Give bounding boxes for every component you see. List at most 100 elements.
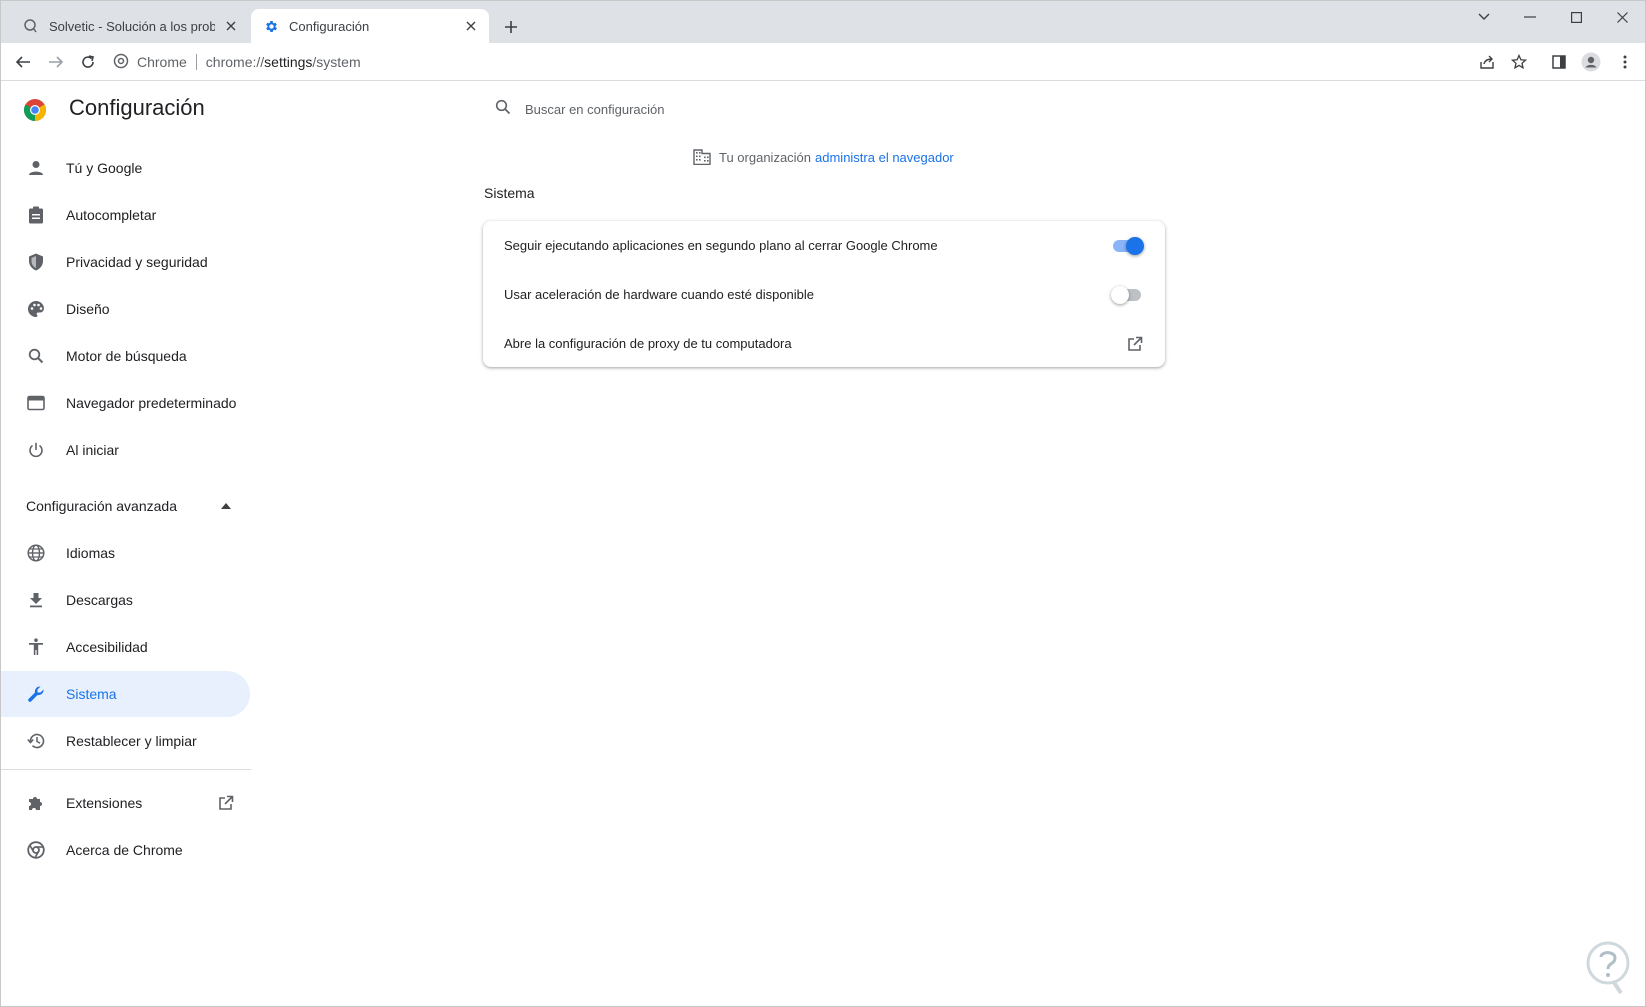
wrench-icon <box>26 684 46 704</box>
sidebar-item-label: Extensiones <box>66 795 143 811</box>
proxy-settings-row[interactable]: Abre la configuración de proxy de tu com… <box>483 319 1165 368</box>
tab-search-chevron-icon[interactable] <box>1461 5 1507 29</box>
open-in-new-icon <box>216 793 236 813</box>
share-icon[interactable] <box>1475 50 1499 74</box>
sidebar-item-search-engine[interactable]: Motor de búsqueda <box>1 333 250 379</box>
sidebar-item-label: Acerca de Chrome <box>66 842 183 858</box>
sidebar-item-system[interactable]: Sistema <box>1 671 250 717</box>
profile-avatar-icon[interactable] <box>1579 50 1603 74</box>
tab-solvetic[interactable]: Solvetic - Solución a los problem <box>9 9 249 43</box>
sidebar-item-extensions[interactable]: Extensiones <box>1 780 250 826</box>
open-in-new-icon[interactable] <box>1125 334 1145 354</box>
solvetic-favicon-icon <box>23 18 39 34</box>
shield-icon <box>26 252 46 272</box>
sidebar-item-reset[interactable]: Restablecer y limpiar <box>1 718 250 764</box>
restore-icon <box>26 731 46 751</box>
chrome-icon <box>26 840 46 860</box>
url-scheme: chrome:// <box>205 54 265 70</box>
close-window-button[interactable] <box>1599 5 1645 29</box>
minimize-button[interactable] <box>1507 5 1553 29</box>
close-tab-icon[interactable] <box>221 16 241 36</box>
clipboard-icon <box>26 205 46 225</box>
tab-configuracion[interactable]: Configuración <box>251 9 489 43</box>
sidebar-item-label: Al iniciar <box>66 442 119 458</box>
omnibox-divider <box>195 54 197 70</box>
solvetic-watermark-logo <box>1583 939 1633 995</box>
maximize-button[interactable] <box>1553 5 1599 29</box>
sidebar-item-you-and-google[interactable]: Tú y Google <box>1 145 250 191</box>
sidebar-item-label: Sistema <box>66 686 117 702</box>
close-tab-icon[interactable] <box>461 16 481 36</box>
tab-title: Solvetic - Solución a los problem <box>49 18 215 34</box>
sidebar-item-label: Privacidad y seguridad <box>66 254 208 270</box>
sidebar-item-appearance[interactable]: Diseño <box>1 286 250 332</box>
sidebar-item-label: Accesibilidad <box>66 639 148 655</box>
menu-kebab-icon[interactable] <box>1613 50 1637 74</box>
accessibility-icon <box>26 637 46 657</box>
sidebar-item-languages[interactable]: Idiomas <box>1 530 250 576</box>
managed-text: Tu organización <box>719 149 812 165</box>
omnibox-chip-label: Chrome <box>137 54 187 70</box>
new-tab-button[interactable] <box>499 15 523 39</box>
section-title: Sistema <box>484 185 535 201</box>
setting-label: Seguir ejecutando aplicaciones en segund… <box>504 238 938 253</box>
person-icon <box>26 158 46 178</box>
download-icon <box>26 590 46 610</box>
side-panel-icon[interactable] <box>1547 50 1571 74</box>
sidebar-item-label: Descargas <box>66 592 133 608</box>
toggle-knob <box>1126 236 1144 255</box>
tab-strip: Solvetic - Solución a los problem Config… <box>1 1 1645 43</box>
setting-label: Usar aceleración de hardware cuando esté… <box>504 287 815 302</box>
chrome-chip-icon <box>113 53 129 72</box>
search-input[interactable] <box>525 101 1125 117</box>
building-icon <box>693 149 711 165</box>
page-title: Configuración <box>69 95 205 120</box>
search-icon <box>26 346 46 366</box>
hardware-acceleration-row[interactable]: Usar aceleración de hardware cuando esté… <box>483 270 1165 319</box>
power-icon <box>26 440 46 460</box>
sidebar-item-accessibility[interactable]: Accesibilidad <box>1 624 250 670</box>
sidebar-item-label: Tú y Google <box>66 160 143 176</box>
sidebar-item-downloads[interactable]: Descargas <box>1 577 250 623</box>
system-settings-card: Seguir ejecutando aplicaciones en segund… <box>483 221 1165 367</box>
sidebar-divider <box>1 769 251 770</box>
back-button[interactable] <box>11 50 35 74</box>
advanced-settings-label: Configuración avanzada <box>26 498 177 514</box>
globe-icon <box>26 543 46 563</box>
browser-toolbar: Chrome chrome:// settings /system <box>1 43 1645 81</box>
chrome-logo-icon <box>23 98 47 122</box>
url-path: /system <box>312 54 361 70</box>
gear-icon <box>263 18 279 34</box>
reload-button[interactable] <box>76 50 100 74</box>
sidebar-item-label: Motor de búsqueda <box>66 348 187 364</box>
sidebar-item-label: Idiomas <box>66 545 116 561</box>
omnibox[interactable]: Chrome chrome:// settings /system <box>113 48 361 76</box>
bookmark-star-icon[interactable] <box>1507 50 1531 74</box>
sidebar-item-on-startup[interactable]: Al iniciar <box>1 427 250 473</box>
palette-icon <box>26 299 46 319</box>
hardware-acceleration-toggle[interactable] <box>1111 285 1145 305</box>
search-icon <box>495 99 511 120</box>
browser-icon <box>26 393 46 413</box>
toggle-knob <box>1111 285 1129 304</box>
background-apps-row[interactable]: Seguir ejecutando aplicaciones en segund… <box>483 221 1165 270</box>
managed-notice: Tu organización administra el navegador <box>693 149 954 165</box>
sidebar-item-label: Navegador predeterminado <box>66 395 237 411</box>
sidebar-item-default-browser[interactable]: Navegador predeterminado <box>1 380 250 426</box>
sidebar-item-privacy[interactable]: Privacidad y seguridad <box>1 239 250 285</box>
background-apps-toggle[interactable] <box>1111 236 1145 256</box>
settings-search[interactable] <box>495 93 1155 125</box>
sidebar-item-label: Autocompletar <box>66 207 157 223</box>
sidebar-item-label: Restablecer y limpiar <box>66 733 197 749</box>
sidebar-item-about-chrome[interactable]: Acerca de Chrome <box>1 827 250 873</box>
sidebar-item-label: Diseño <box>66 301 110 317</box>
puzzle-icon <box>26 793 46 813</box>
advanced-settings-toggle[interactable]: Configuración avanzada <box>1 483 250 529</box>
forward-button[interactable] <box>44 50 68 74</box>
url-host: settings <box>264 54 313 70</box>
sidebar-item-autofill[interactable]: Autocompletar <box>1 192 250 238</box>
browser-window: Solvetic - Solución a los problem Config… <box>0 0 1646 1007</box>
setting-label: Abre la configuración de proxy de tu com… <box>504 336 792 351</box>
arrow-up-icon <box>216 496 236 516</box>
managed-link[interactable]: administra el navegador <box>815 150 954 165</box>
